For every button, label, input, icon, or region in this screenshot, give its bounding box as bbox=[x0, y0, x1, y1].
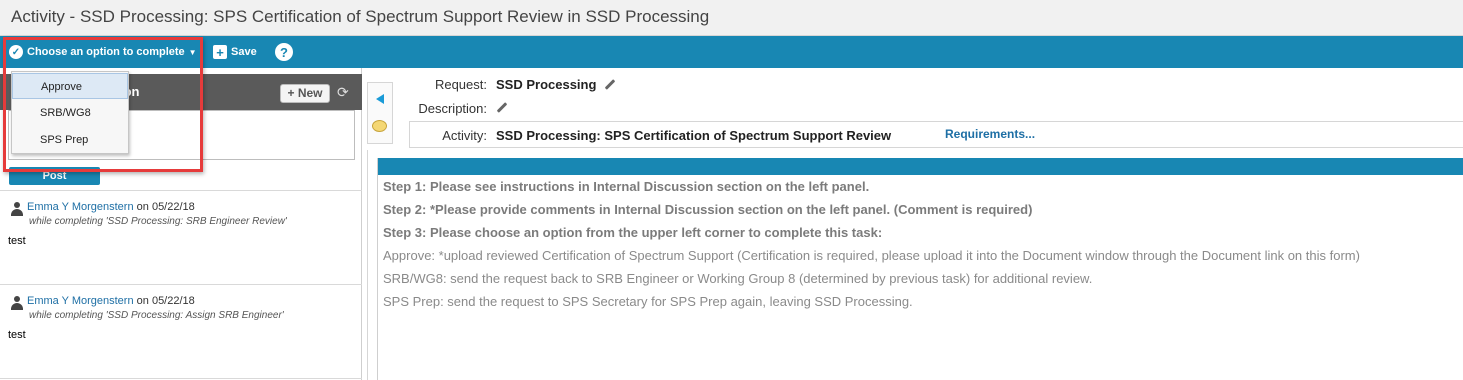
entry-date: on 05/22/18 bbox=[136, 201, 195, 213]
divider bbox=[0, 284, 362, 285]
entry-body: test bbox=[8, 329, 26, 341]
refresh-icon[interactable]: ⟳ bbox=[337, 84, 349, 101]
request-label: Request: bbox=[434, 77, 487, 92]
entry-context: while completing 'SSD Processing: SRB En… bbox=[29, 216, 287, 227]
collapse-arrow-icon[interactable] bbox=[376, 94, 384, 104]
save-button[interactable]: + Save bbox=[213, 36, 257, 68]
choose-option-button[interactable]: ✓ Choose an option to complete ▼ bbox=[9, 36, 197, 68]
instruction-option: Approve: *upload reviewed Certification … bbox=[383, 248, 1360, 263]
divider bbox=[0, 190, 362, 191]
edit-pencil-icon[interactable] bbox=[604, 79, 616, 90]
caret-down-icon: ▼ bbox=[188, 47, 197, 57]
divider bbox=[367, 150, 368, 380]
description-label: Description: bbox=[418, 101, 487, 116]
toolbar: ✓ Choose an option to complete ▼ + Save … bbox=[0, 36, 1463, 68]
person-icon bbox=[10, 202, 24, 216]
entry-author-link[interactable]: Emma Y Morgenstern bbox=[27, 295, 134, 307]
activity-label: Activity: bbox=[442, 128, 487, 143]
instructions-header-bar bbox=[378, 158, 1463, 175]
option-sps-prep[interactable]: SPS Prep bbox=[12, 127, 128, 153]
instruction-step: Step 3: Please choose an option from the… bbox=[383, 225, 883, 240]
save-icon: + bbox=[213, 45, 227, 59]
instruction-option: SPS Prep: send the request to SPS Secret… bbox=[383, 294, 913, 309]
divider bbox=[0, 378, 362, 379]
entry-date: on 05/22/18 bbox=[136, 295, 195, 307]
window-title: Activity - SSD Processing: SPS Certifica… bbox=[11, 7, 710, 26]
person-icon bbox=[10, 296, 24, 310]
help-icon: ? bbox=[275, 43, 293, 61]
choose-option-label: Choose an option to complete bbox=[27, 46, 185, 58]
instruction-step: Step 2: *Please provide comments in Inte… bbox=[383, 202, 1033, 217]
instruction-option: SRB/WG8: send the request back to SRB En… bbox=[383, 271, 1093, 286]
option-approve[interactable]: Approve bbox=[12, 73, 128, 99]
save-label: Save bbox=[231, 46, 257, 58]
edit-pencil-icon[interactable] bbox=[496, 102, 508, 113]
post-button[interactable]: Post bbox=[9, 167, 100, 185]
title-bar: Activity - SSD Processing: SPS Certifica… bbox=[0, 0, 1463, 36]
option-dropdown-menu: Approve SRB/WG8 SPS Prep bbox=[11, 71, 129, 154]
help-button[interactable]: ? bbox=[275, 36, 293, 68]
option-srb-wg8[interactable]: SRB/WG8 bbox=[12, 100, 128, 126]
entry-body: test bbox=[8, 235, 26, 247]
comment-bubble-icon[interactable] bbox=[372, 120, 387, 132]
activity-value: SSD Processing: SPS Certification of Spe… bbox=[496, 128, 892, 143]
instructions-panel: Step 1: Please see instructions in Inter… bbox=[377, 158, 1463, 380]
requirements-link[interactable]: Requirements... bbox=[945, 127, 1035, 141]
entry-author-link[interactable]: Emma Y Morgenstern bbox=[27, 201, 134, 213]
entry-context: while completing 'SSD Processing: Assign… bbox=[29, 310, 284, 321]
instruction-step: Step 1: Please see instructions in Inter… bbox=[383, 179, 870, 194]
check-circle-icon: ✓ bbox=[9, 45, 23, 59]
request-value: SSD Processing bbox=[496, 77, 597, 92]
new-discussion-button[interactable]: + New bbox=[280, 84, 330, 103]
